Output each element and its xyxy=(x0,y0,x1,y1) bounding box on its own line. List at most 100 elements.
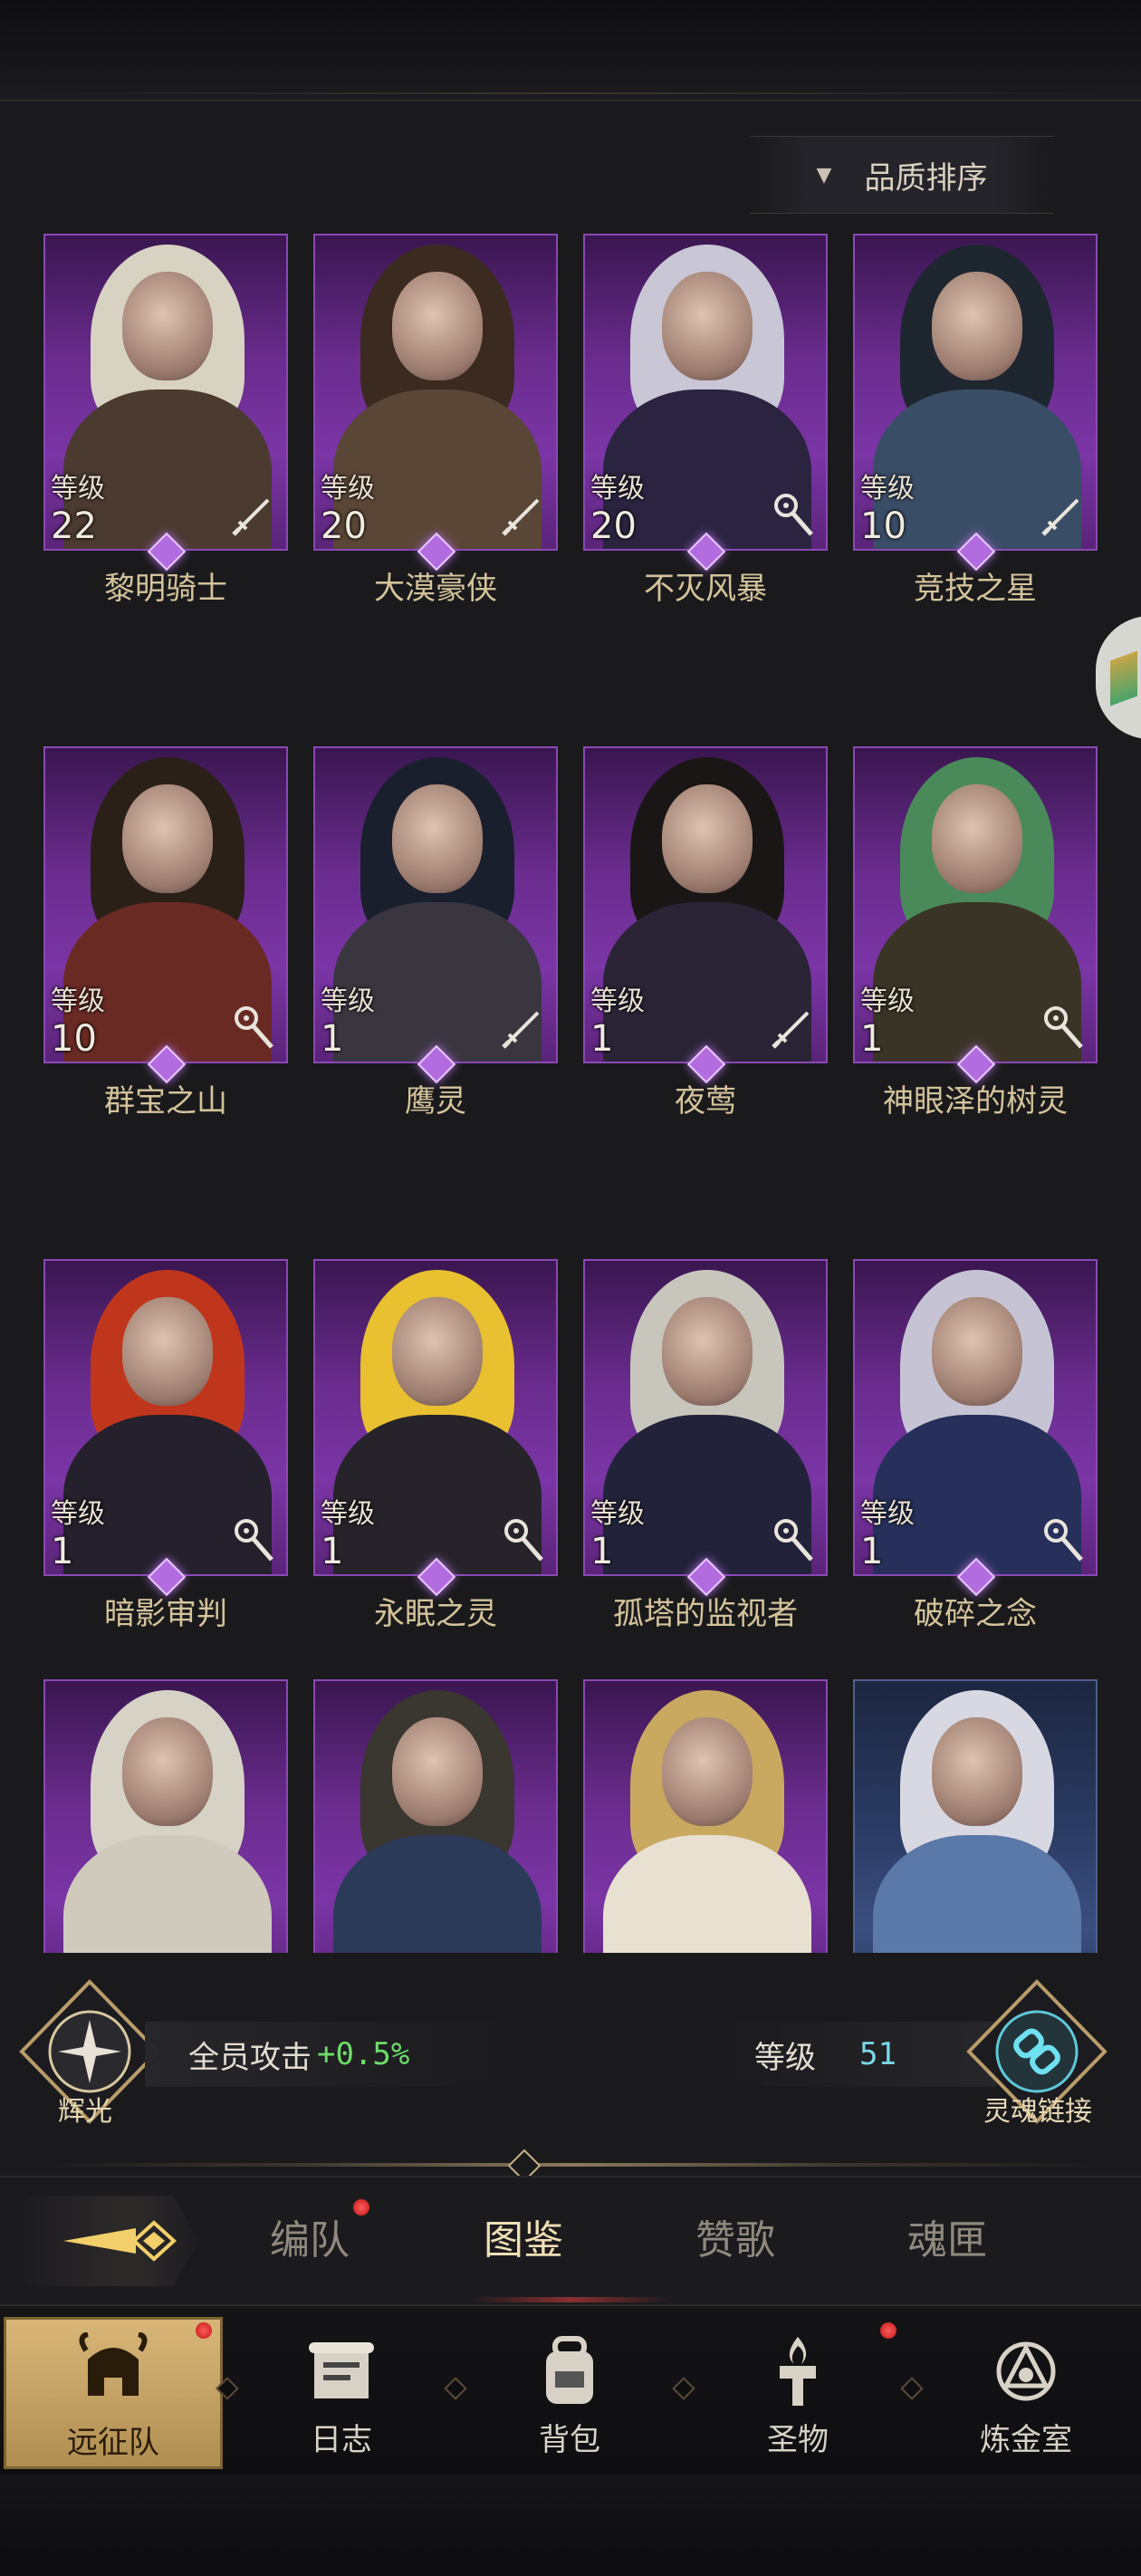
level-text: 等级 xyxy=(754,2039,817,2076)
hero-face xyxy=(662,272,753,380)
hero-card[interactable] xyxy=(43,1679,288,1953)
hero-level-value: 1 xyxy=(51,1531,74,1572)
hero-outfit xyxy=(63,1835,272,1953)
tab-soul-box[interactable]: 魂匣 xyxy=(866,2205,1029,2277)
sub-tab-bar: 编队 图鉴 赞歌 魂匣 xyxy=(0,2176,1141,2306)
hero-portrait-frame xyxy=(853,1679,1098,1953)
hero-portrait-frame xyxy=(313,1679,558,1953)
attack-bonus: +0.5% xyxy=(317,2036,410,2072)
hero-face xyxy=(662,1717,753,1826)
hero-card[interactable]: 等级 1 破碎之念 xyxy=(853,1259,1098,1633)
hero-level-label: 等级 xyxy=(860,473,915,505)
bottom-nav: 远征队 日志 背包 圣物 炼金室 xyxy=(0,2308,1141,2475)
soul-level-stat: 等级 51 xyxy=(706,2022,996,2087)
sword-icon xyxy=(228,489,279,540)
hero-face xyxy=(932,1717,1022,1826)
tab-formation[interactable]: 编队 xyxy=(228,2205,391,2277)
team-attack-stat: 全员攻击 +0.5% xyxy=(145,2022,532,2087)
hero-level-label: 等级 xyxy=(51,1498,105,1530)
hero-face xyxy=(122,784,213,893)
hero-card[interactable]: 等级 1 神眼泽的树灵 xyxy=(853,746,1098,1120)
quality-sort-button[interactable]: ▼ 品质排序 xyxy=(750,136,1054,214)
hero-portrait-frame xyxy=(43,1679,288,1953)
nav-badge xyxy=(880,2322,896,2339)
hero-level-value: 20 xyxy=(321,505,367,547)
hero-level-label: 等级 xyxy=(321,1498,375,1530)
nav-item-label: 日志 xyxy=(311,2422,372,2458)
hero-level-value: 1 xyxy=(590,1018,614,1060)
top-ornament xyxy=(0,0,1141,101)
back-arrow-icon xyxy=(63,2220,177,2262)
back-button[interactable] xyxy=(27,2196,199,2286)
hero-level-label: 等级 xyxy=(321,473,375,505)
staff-icon xyxy=(768,1514,819,1565)
sword-icon xyxy=(498,489,549,540)
staff-icon xyxy=(498,1514,549,1565)
hero-level-value: 1 xyxy=(860,1018,884,1060)
hero-portrait-frame: 等级 20 xyxy=(313,234,558,551)
hero-face xyxy=(122,1717,213,1826)
hero-level-value: 22 xyxy=(51,505,97,547)
hero-portrait xyxy=(315,1681,556,1953)
helmet-icon xyxy=(68,2331,158,2416)
hero-card[interactable]: 等级 20 不灭风暴 xyxy=(583,234,828,608)
hero-portrait-frame: 等级 1 xyxy=(853,1259,1098,1576)
tab-codex-label: 图鉴 xyxy=(484,2217,563,2264)
hero-card[interactable]: 等级 1 夜莺 xyxy=(583,746,828,1120)
hero-level-value: 10 xyxy=(51,1018,97,1060)
hero-level-label: 等级 xyxy=(590,1498,645,1530)
stat-bar: 辉光 全员攻击 +0.5% 等级 51 灵魂链接 xyxy=(0,1975,1141,2129)
nav-item-label: 炼金室 xyxy=(980,2422,1072,2458)
hero-card[interactable]: 等级 20 大漠豪侠 xyxy=(313,234,558,608)
staff-icon xyxy=(1038,1514,1088,1565)
staff-icon xyxy=(768,489,819,540)
hero-face xyxy=(392,784,483,893)
alchemy-icon xyxy=(981,2330,1071,2413)
hero-face xyxy=(392,1717,483,1826)
bottom-strip xyxy=(0,2475,1141,2576)
hero-portrait-frame: 等级 1 xyxy=(583,1259,828,1576)
hero-card[interactable]: 等级 10 群宝之山 xyxy=(43,746,288,1120)
tab-soul-box-label: 魂匣 xyxy=(907,2217,987,2264)
nav-item[interactable]: 圣物 xyxy=(688,2317,907,2469)
hero-level-value: 10 xyxy=(860,505,906,547)
section-divider xyxy=(36,2163,1105,2167)
radiance-label: 辉光 xyxy=(58,2096,112,2128)
hero-level-label: 等级 xyxy=(860,1498,915,1530)
hero-level-value: 1 xyxy=(860,1531,884,1572)
hero-face xyxy=(122,272,213,380)
hero-card[interactable]: 等级 1 孤塔的监视者 xyxy=(583,1259,828,1633)
nav-item[interactable]: 背包 xyxy=(460,2317,679,2469)
hero-portrait-frame xyxy=(583,1679,828,1953)
hero-card[interactable]: 等级 1 暗影审判 xyxy=(43,1259,288,1633)
hero-portrait-frame: 等级 1 xyxy=(583,746,828,1063)
tab-anthem[interactable]: 赞歌 xyxy=(654,2205,817,2277)
hero-card[interactable]: 等级 10 竞技之星 xyxy=(853,234,1098,608)
nav-item[interactable]: 日志 xyxy=(232,2317,451,2469)
nav-item[interactable]: 远征队 xyxy=(4,2317,223,2469)
hero-level-value: 1 xyxy=(321,1018,344,1060)
tab-formation-label: 编队 xyxy=(270,2217,350,2264)
hero-level-label: 等级 xyxy=(860,985,915,1017)
hero-collection-grid: 等级 22 黎明骑士 等级 20 大漠豪侠 等级 20 不灭风暴 等级 10 竞技之星等级 10 群宝之山… xyxy=(43,234,1103,1953)
nav-item[interactable]: 炼金室 xyxy=(916,2317,1136,2469)
hero-card[interactable] xyxy=(313,1679,558,1953)
hero-outfit xyxy=(603,1835,811,1953)
tab-anthem-label: 赞歌 xyxy=(695,2217,775,2264)
hero-card[interactable] xyxy=(583,1679,828,1953)
nav-item-label: 背包 xyxy=(539,2422,600,2458)
tab-codex[interactable]: 图鉴 xyxy=(442,2205,605,2277)
hero-face xyxy=(932,1297,1022,1406)
hero-card[interactable]: 等级 22 黎明骑士 xyxy=(43,234,288,608)
hero-card[interactable] xyxy=(853,1679,1098,1953)
sword-icon xyxy=(768,1002,819,1053)
hero-card[interactable]: 等级 1 鹰灵 xyxy=(313,746,558,1120)
nav-item-label: 远征队 xyxy=(67,2425,159,2461)
hero-outfit xyxy=(333,1835,542,1953)
scroll-icon xyxy=(296,2330,387,2413)
hero-card[interactable]: 等级 1 永眠之灵 xyxy=(313,1259,558,1633)
hero-level-label: 等级 xyxy=(51,985,105,1017)
hero-portrait-frame: 等级 1 xyxy=(313,746,558,1063)
sort-label: 品质排序 xyxy=(864,159,988,197)
hero-portrait-frame: 等级 1 xyxy=(313,1259,558,1576)
